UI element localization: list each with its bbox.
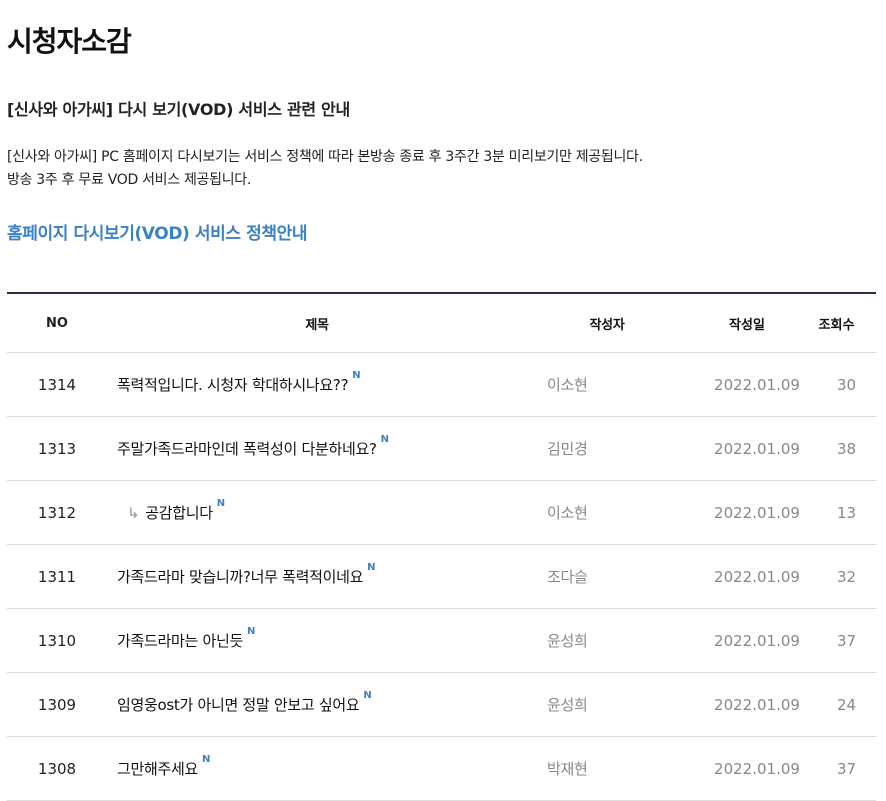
new-badge: N [352,370,361,381]
post-title-link[interactable]: 폭력적입니다. 시청자 학대하시나요?? [117,376,349,394]
new-badge: N [367,562,376,573]
row-title-cell: 그만해주세요 N [107,754,547,779]
row-date: 2022.01.09 [714,759,800,778]
row-title-cell: 폭력적입니다. 시청자 학대하시나요??N [107,370,547,395]
post-title-link[interactable]: 가족드라마 맞습니까?너무 폭력적이네요 [117,568,363,586]
notice-title: [신사와 아가씨] 다시 보기(VOD) 서비스 관련 안내 [7,100,350,119]
new-badge: N [363,690,372,701]
row-views: 24 [836,695,857,714]
row-number: 1311 [37,567,77,586]
row-author: 조다슬 [547,568,588,586]
row-title-cell: 가족드라마 맞습니까?너무 폭력적이네요 N [107,562,547,587]
board-table: NO 제목 작성자 작성일 조회수 1314 폭력적입니다. 시청자 학대하시나요… [7,292,876,801]
row-number: 1308 [37,759,77,778]
row-author: 김민경 [547,440,588,458]
row-title-cell: ↳ 공감합니다N [107,498,547,523]
row-views: 32 [836,567,857,586]
row-date: 2022.01.09 [714,439,800,458]
header-views: 조회수 [818,317,855,333]
post-title-link[interactable]: 그만해주세요 [117,760,198,778]
reply-arrow-icon: ↳ [127,504,140,522]
header-title: 제목 [305,317,329,333]
row-date: 2022.01.09 [714,375,800,394]
row-number: 1312 [37,503,77,522]
vod-policy-link[interactable]: 홈페이지 다시보기(VOD) 서비스 정책안내 [7,219,308,244]
page-title: 시청자소감 [7,25,132,58]
row-author: 이소현 [547,376,588,394]
notice-body: [신사와 아가씨] PC 홈페이지 다시보기는 서비스 정책에 따라 본방송 종… [7,146,643,192]
new-badge: N [246,626,256,637]
row-title-cell: 가족드라마는 아닌듯N [107,626,547,651]
row-author: 윤성희 [547,632,588,650]
table-row: 1311 가족드라마 맞습니까?너무 폭력적이네요 N 조다슬 2022.01.09 32 [7,545,876,609]
new-badge: N [216,498,225,509]
post-title-link[interactable]: 임영웅ost가 아니면 정말 안보고 싶어요 [117,696,360,714]
notice-line-1: [신사와 아가씨] PC 홈페이지 다시보기는 서비스 정책에 따라 본방송 종… [7,149,643,165]
row-views: 37 [836,631,857,650]
row-date: 2022.01.09 [714,631,800,650]
row-author: 윤성희 [547,696,588,714]
table-row: 1308 그만해주세요 N 박재현 2022.01.09 37 [7,737,876,801]
row-title-cell: 주말가족드라마인데 폭력성이 다분하네요?N [107,434,547,459]
new-badge: N [202,754,211,765]
post-title-link[interactable]: 주말가족드라마인데 폭력성이 다분하네요? [117,440,377,458]
row-date: 2022.01.09 [714,567,800,586]
row-author: 이소현 [547,504,588,522]
new-badge: N [380,434,389,445]
post-title-link[interactable]: 공감합니다 [145,504,213,522]
row-number: 1310 [37,631,77,650]
row-title-cell: 임영웅ost가 아니면 정말 안보고 싶어요N [107,690,547,715]
row-number: 1313 [37,439,77,458]
row-views: 38 [836,439,857,458]
table-row: 1309 임영웅ost가 아니면 정말 안보고 싶어요N 윤성희 2022.01.09… [7,673,876,737]
row-views: 13 [836,503,857,522]
row-number: 1314 [37,375,77,394]
header-author: 작성자 [589,317,625,333]
row-views: 30 [836,375,857,394]
table-header: NO 제목 작성자 작성일 조회수 [7,294,876,353]
notice-line-2: 방송 3주 후 무료 VOD 서비스 제공됩니다. [7,172,252,188]
row-date: 2022.01.09 [714,503,800,522]
row-views: 37 [836,759,857,778]
row-date: 2022.01.09 [714,695,800,714]
table-row: 1313 주말가족드라마인데 폭력성이 다분하네요?N 김민경 2022.01.09 3… [7,417,876,481]
row-number: 1309 [37,695,77,714]
table-body: 1314 폭력적입니다. 시청자 학대하시나요??N 이소현 2022.01.09 30… [7,353,876,801]
table-row: 1312 ↳ 공감합니다N 이소현 2022.01.09 13 [7,481,876,545]
table-row: 1314 폭력적입니다. 시청자 학대하시나요??N 이소현 2022.01.09 30 [7,353,876,417]
row-author: 박재현 [547,760,588,778]
header-date: 작성일 [729,317,765,333]
post-title-link[interactable]: 가족드라마는 아닌듯 [117,632,243,650]
header-no: NO [46,315,68,331]
table-row: 1310 가족드라마는 아닌듯N 윤성희 2022.01.09 37 [7,609,876,673]
